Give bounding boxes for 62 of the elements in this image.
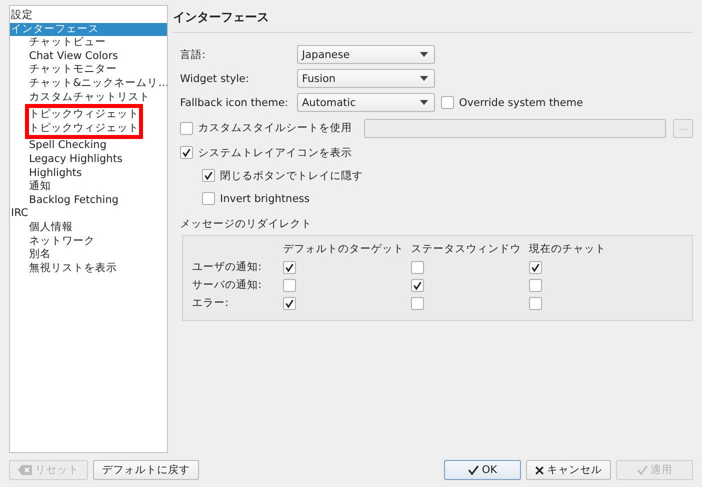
tree-item[interactable]: チャットビュー [25, 36, 110, 50]
checkbox[interactable] [283, 260, 296, 274]
group-title: メッセージのリダイレクト [180, 217, 313, 231]
tree-item[interactable]: Highlights [25, 166, 86, 180]
checkbox-label: Invert brightness [220, 192, 310, 204]
checkbox-label: カスタムスタイルシートを使用 [198, 121, 352, 135]
checkbox[interactable] [180, 122, 193, 134]
dialog-button[interactable]: OK [444, 460, 521, 480]
field-label: Widget style: [180, 72, 250, 84]
checkbox[interactable] [202, 192, 215, 205]
tree-item[interactable]: Backlog Fetching [25, 194, 123, 208]
field-label: 言語: [180, 48, 207, 62]
tree-item[interactable]: トピックウィジェット [25, 122, 143, 140]
tree-item[interactable]: カスタムチャットリスト [25, 90, 154, 104]
checkbox[interactable] [529, 278, 542, 292]
tree-item[interactable]: Spell Checking [25, 139, 110, 153]
column-header: 現在のチャット [529, 242, 607, 256]
check-icon [468, 465, 479, 475]
row-label: エラー: [192, 296, 230, 310]
checkbox[interactable] [529, 260, 542, 274]
checkbox[interactable] [180, 146, 193, 159]
field-label: Fallback icon theme: [180, 96, 290, 108]
close-icon [535, 466, 544, 474]
tree-item[interactable]: チャットモニター [25, 63, 121, 77]
checkbox[interactable] [411, 296, 424, 310]
tree-item[interactable]: 無視リストを表示 [25, 262, 121, 276]
tree-item[interactable]: 通知 [25, 180, 55, 194]
caret-icon [420, 100, 428, 105]
row-label: サーバの通知: [192, 278, 263, 292]
caret-icon [420, 76, 428, 81]
dropdown[interactable]: Fusion [297, 69, 435, 88]
checkbox[interactable] [441, 96, 454, 109]
checkbox[interactable] [202, 169, 215, 182]
page-title: インターフェース [172, 5, 693, 33]
tree-item[interactable]: Legacy Highlights [25, 152, 126, 167]
tree-item[interactable]: 個人情報 [25, 220, 77, 234]
dropdown[interactable]: Automatic [297, 93, 435, 112]
checkbox-label: システムトレイアイコンを表示 [198, 146, 352, 160]
checkbox-label: 閉じるボタンでトレイに隠す [220, 168, 363, 182]
tree-item[interactable]: インターフェース [10, 22, 167, 36]
check-icon [636, 465, 648, 475]
stylesheet-path-field[interactable] [364, 118, 666, 138]
checkbox[interactable] [411, 260, 424, 274]
tree-item[interactable]: 設定 [10, 9, 167, 23]
tree-item[interactable]: ネットワーク [25, 234, 99, 248]
column-header: ステータスウィンドウ [411, 242, 522, 256]
backspace-icon [18, 465, 32, 475]
tree-item[interactable]: Chat View Colors [25, 50, 122, 64]
dropdown[interactable]: Japanese [297, 45, 435, 64]
checkbox[interactable] [529, 296, 542, 310]
tree-item[interactable]: IRC [10, 207, 167, 221]
dialog-button[interactable]: デフォルトに戻す [93, 460, 199, 480]
row-label: ユーザの通知: [192, 260, 263, 274]
checkbox[interactable] [411, 278, 424, 292]
checkbox[interactable] [283, 278, 296, 292]
checkbox-label: Override system theme [459, 96, 583, 108]
dialog-button[interactable]: キャンセル [526, 460, 611, 480]
caret-icon [420, 52, 428, 57]
tree-item[interactable]: トピックウィジェット [25, 104, 143, 122]
tree-item[interactable]: 別名 [25, 248, 55, 262]
column-header: デフォルトのターゲット [283, 242, 405, 256]
checkbox[interactable] [283, 296, 296, 310]
